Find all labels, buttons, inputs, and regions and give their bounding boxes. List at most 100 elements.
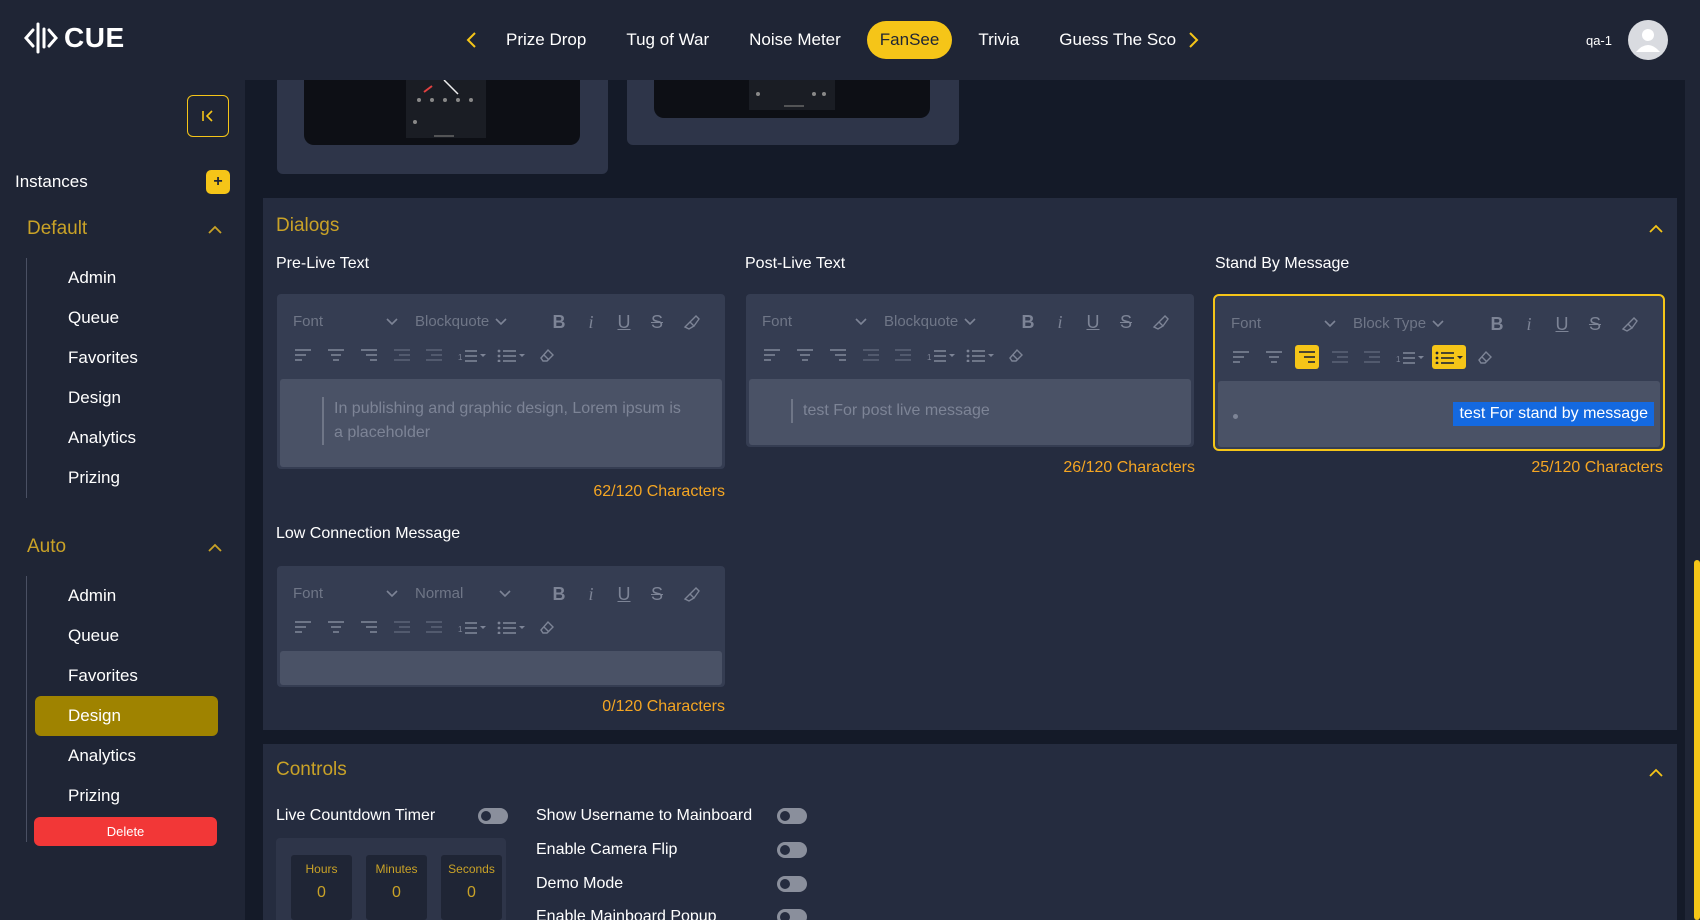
sidebar-item-favorites[interactable]: Favorites — [27, 656, 219, 696]
preview-card[interactable] — [277, 79, 608, 174]
group-auto-header[interactable]: Auto — [27, 536, 222, 558]
group-default-header[interactable]: Default — [27, 218, 222, 240]
indent-button[interactable] — [422, 343, 446, 367]
bullet-list-button[interactable] — [1432, 345, 1466, 369]
align-center-button[interactable] — [324, 615, 348, 639]
ordered-list-button[interactable]: 1 — [924, 343, 958, 367]
mainboard-popup-toggle[interactable] — [777, 909, 807, 920]
bold-button[interactable]: B — [1016, 310, 1040, 334]
bullet-list-button[interactable] — [963, 343, 997, 367]
sidebar-item-analytics[interactable]: Analytics — [27, 418, 219, 458]
align-left-button[interactable] — [1229, 345, 1253, 369]
eraser-button[interactable] — [535, 615, 559, 639]
nav-prev-button[interactable] — [458, 26, 486, 54]
font-select[interactable]: Font — [762, 313, 867, 330]
hours-field[interactable]: Hours 0 — [291, 855, 352, 920]
align-right-button[interactable] — [357, 343, 381, 367]
seconds-field[interactable]: Seconds 0 — [441, 855, 502, 920]
tab-tug-of-war[interactable]: Tug of War — [606, 21, 729, 59]
outdent-button[interactable] — [859, 343, 883, 367]
highlight-button[interactable] — [679, 310, 703, 334]
editor-text-area[interactable]: test For post live message — [749, 379, 1191, 445]
collapse-sidebar-button[interactable] — [187, 95, 229, 137]
show-username-toggle[interactable] — [777, 808, 807, 824]
sidebar-item-favorites[interactable]: Favorites — [27, 338, 219, 378]
strikethrough-button[interactable]: S — [1114, 310, 1138, 334]
live-countdown-toggle[interactable] — [478, 808, 508, 824]
ordered-list-button[interactable]: 1 — [455, 615, 489, 639]
underline-button[interactable]: U — [612, 582, 636, 606]
highlight-button[interactable] — [679, 582, 703, 606]
outdent-button[interactable] — [390, 343, 414, 367]
sidebar-item-admin[interactable]: Admin — [27, 576, 219, 616]
italic-button[interactable]: i — [1048, 310, 1072, 334]
sidebar-item-design[interactable]: Design — [35, 696, 218, 736]
font-select[interactable]: Font — [293, 585, 398, 602]
low-connection-editor[interactable]: Font Normal Bi U S 1 — [277, 566, 725, 687]
align-left-button[interactable] — [291, 615, 315, 639]
avatar[interactable] — [1628, 20, 1668, 60]
tab-trivia[interactable]: Trivia — [958, 21, 1039, 59]
preview-card[interactable] — [627, 80, 959, 145]
minutes-field[interactable]: Minutes 0 — [366, 855, 427, 920]
outdent-button[interactable] — [390, 615, 414, 639]
sidebar-item-analytics[interactable]: Analytics — [27, 736, 219, 776]
demo-mode-toggle[interactable] — [777, 876, 807, 892]
sidebar-item-admin[interactable]: Admin — [27, 258, 219, 298]
bullet-list-button[interactable] — [494, 615, 528, 639]
highlight-button[interactable] — [1148, 310, 1172, 334]
indent-button[interactable] — [422, 615, 446, 639]
sidebar-item-design[interactable]: Design — [27, 378, 219, 418]
highlight-button[interactable] — [1617, 312, 1641, 336]
align-right-button[interactable] — [826, 343, 850, 367]
nav-next-button[interactable] — [1179, 26, 1207, 54]
collapse-controls-button[interactable] — [1649, 764, 1663, 782]
bold-button[interactable]: B — [1485, 312, 1509, 336]
scrollbar[interactable] — [1694, 560, 1700, 920]
add-instance-button[interactable]: + — [206, 170, 230, 194]
align-right-button[interactable] — [357, 615, 381, 639]
align-center-button[interactable] — [324, 343, 348, 367]
align-right-button[interactable] — [1295, 345, 1319, 369]
strikethrough-button[interactable]: S — [645, 310, 669, 334]
underline-button[interactable]: U — [1081, 310, 1105, 334]
italic-button[interactable]: i — [579, 310, 603, 334]
font-select[interactable]: Font — [293, 313, 398, 330]
align-left-button[interactable] — [291, 343, 315, 367]
bullet-list-button[interactable] — [494, 343, 528, 367]
ordered-list-button[interactable]: 1 — [1393, 345, 1427, 369]
block-type-select[interactable]: Normal — [415, 585, 511, 602]
block-type-select[interactable]: Block Type — [1353, 315, 1444, 332]
eraser-button[interactable] — [535, 343, 559, 367]
block-type-select[interactable]: Blockquote — [884, 313, 976, 330]
outdent-button[interactable] — [1328, 345, 1352, 369]
collapse-dialogs-button[interactable] — [1649, 220, 1663, 238]
editor-text-area[interactable] — [280, 651, 722, 685]
stand-by-editor[interactable]: Font Block Type Bi U S 1 test For stand by mes… — [1213, 294, 1665, 451]
eraser-button[interactable] — [1004, 343, 1028, 367]
user-menu[interactable]: qa-1 — [1586, 20, 1668, 60]
indent-button[interactable] — [1360, 345, 1384, 369]
pre-live-editor[interactable]: Font Blockquote Bi U S 1 In publishing and gra… — [277, 294, 725, 469]
sidebar-item-queue[interactable]: Queue — [27, 298, 219, 338]
editor-text-area[interactable]: In publishing and graphic design, Lorem … — [280, 379, 722, 467]
sidebar-item-prizing[interactable]: Prizing — [27, 776, 219, 816]
font-select[interactable]: Font — [1231, 315, 1336, 332]
editor-text-area[interactable]: test For stand by message — [1218, 381, 1660, 447]
tab-noise-meter[interactable]: Noise Meter — [729, 21, 861, 59]
camera-flip-toggle[interactable] — [777, 842, 807, 858]
tab-fansee[interactable]: FanSee — [866, 21, 953, 59]
align-center-button[interactable] — [1262, 345, 1286, 369]
align-center-button[interactable] — [793, 343, 817, 367]
sidebar-item-queue[interactable]: Queue — [27, 616, 219, 656]
logo[interactable]: CUE — [24, 20, 125, 56]
tab-prize-drop[interactable]: Prize Drop — [486, 21, 606, 59]
sidebar-item-prizing[interactable]: Prizing — [27, 458, 219, 498]
align-left-button[interactable] — [760, 343, 784, 367]
eraser-button[interactable] — [1473, 345, 1497, 369]
strikethrough-button[interactable]: S — [1583, 312, 1607, 336]
bold-button[interactable]: B — [547, 582, 571, 606]
post-live-editor[interactable]: Font Blockquote Bi U S 1 test For post live me… — [746, 294, 1194, 447]
underline-button[interactable]: U — [612, 310, 636, 334]
strikethrough-button[interactable]: S — [645, 582, 669, 606]
